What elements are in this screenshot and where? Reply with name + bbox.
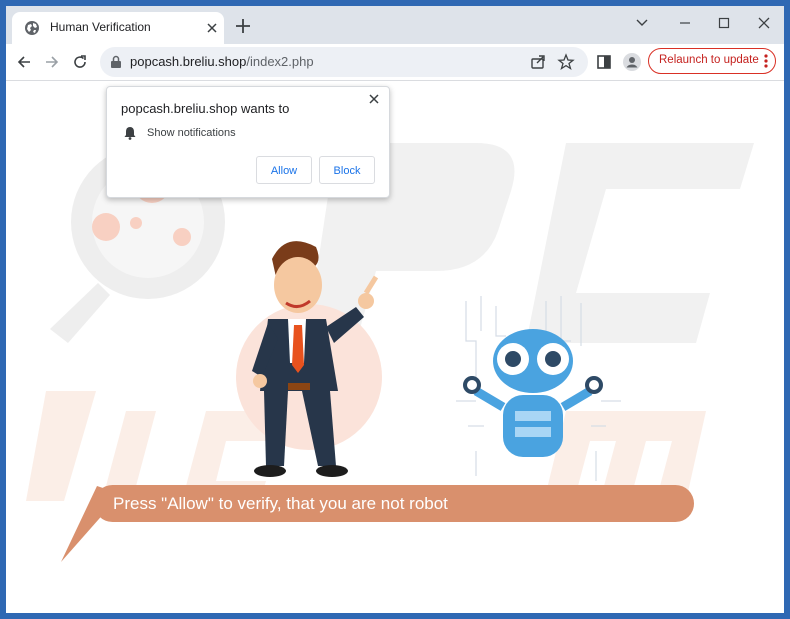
url-path: /index2.php [246,54,314,69]
permission-label: Show notifications [147,127,236,139]
browser-tab[interactable]: Human Verification [12,12,224,44]
url-host: popcash.breliu.shop [130,54,247,69]
chevron-down-icon[interactable] [627,10,657,36]
businessman-illustration [252,241,379,477]
block-button[interactable]: Block [319,156,375,184]
popup-close-icon[interactable] [367,92,381,106]
browser-toolbar: popcash.breliu.shop/index2.php Relaunch … [6,44,784,81]
tab-strip: Human Verification [6,6,784,44]
address-bar[interactable]: popcash.breliu.shop/index2.php [100,47,588,77]
allow-button[interactable]: Allow [256,156,312,184]
more-menu-icon [764,54,768,68]
lock-icon[interactable] [110,55,122,69]
browser-window: Human Verification popcash.breliu.shop/i… [6,6,784,613]
tab-title: Human Verification [50,20,151,34]
globe-icon [25,21,39,35]
new-tab-icon[interactable] [234,17,252,35]
bell-icon [124,127,136,140]
star-icon[interactable] [556,52,576,72]
side-panel-icon[interactable] [594,52,614,72]
minimize-icon[interactable] [670,10,700,36]
robot-illustration [463,329,603,457]
forward-icon[interactable] [42,52,62,72]
maximize-icon[interactable] [709,10,739,36]
tab-close-icon[interactable] [204,20,220,36]
url-text[interactable]: popcash.breliu.shop/index2.php [130,54,314,69]
notification-permission-popup: popcash.breliu.shop wants to Show notifi… [106,86,390,198]
relaunch-to-update-button[interactable]: Relaunch to update [648,48,776,74]
share-icon[interactable] [528,52,548,72]
close-icon[interactable] [749,10,779,36]
reload-icon[interactable] [70,52,90,72]
speech-bubble: Press "Allow" to verify, that you are no… [94,485,694,522]
back-icon[interactable] [14,52,34,72]
relaunch-label: Relaunch to update [659,54,759,66]
profile-avatar-icon[interactable] [622,52,642,72]
popup-title: popcash.breliu.shop wants to [121,101,290,116]
bubble-message: Press "Allow" to verify, that you are no… [113,494,448,513]
